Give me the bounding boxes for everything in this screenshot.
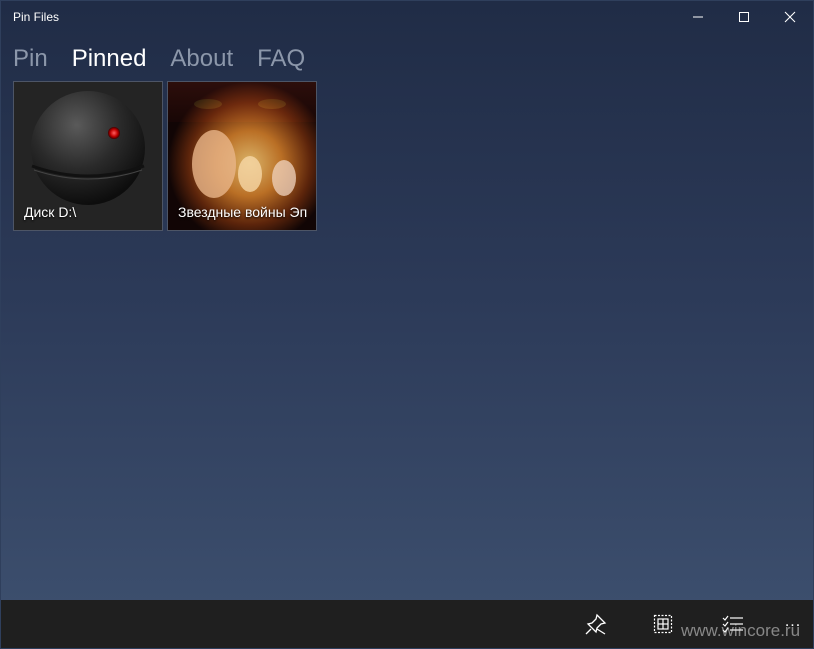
pinned-tile-movie[interactable]: Звездные войны Эп (167, 81, 317, 231)
tab-faq[interactable]: FAQ (257, 43, 305, 77)
maximize-icon (739, 12, 749, 22)
unpin-button[interactable] (584, 612, 608, 636)
close-button[interactable] (767, 1, 813, 33)
close-icon (784, 11, 796, 23)
app-title: Pin Files (13, 10, 60, 24)
title-bar[interactable]: Pin Files (1, 1, 813, 33)
tile-label: Диск D:\ (24, 204, 77, 220)
tab-pin[interactable]: Pin (13, 43, 48, 77)
tile-label: Звездные войны Эп (178, 204, 308, 220)
maximize-button[interactable] (721, 1, 767, 33)
app-window: Pin Files Pin Pinned About FAQ Диск D:\ … (0, 0, 814, 649)
tab-about[interactable]: About (170, 43, 233, 77)
watermark: www.wincore.ru (681, 621, 801, 640)
pinned-tile-drive[interactable]: Диск D:\ (13, 81, 163, 231)
select-all-icon (653, 614, 673, 634)
pivot-tabs: Pin Pinned About FAQ (13, 43, 305, 77)
select-all-button[interactable] (651, 612, 675, 636)
tab-pinned[interactable]: Pinned (72, 43, 147, 77)
unpin-icon (585, 613, 607, 635)
minimize-icon (693, 16, 703, 18)
minimize-button[interactable] (675, 1, 721, 33)
